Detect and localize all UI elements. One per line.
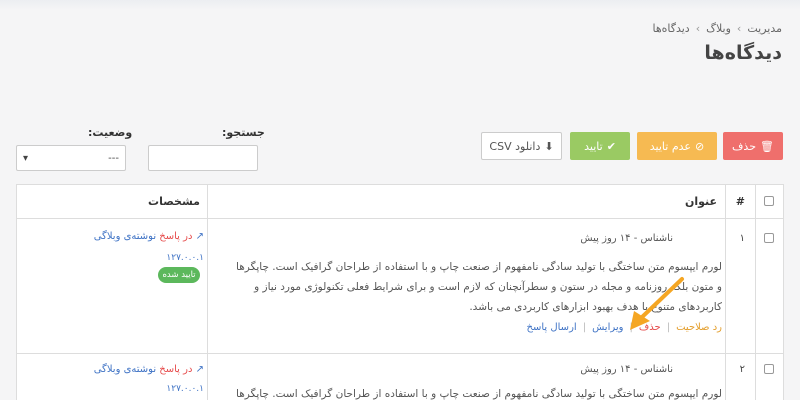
header-spec: مشخصات (148, 195, 200, 208)
top-bar (0, 0, 800, 10)
reply-target-link[interactable]: نوشته‌ی وبلاگی (94, 364, 156, 375)
table-header: # عنوان مشخصات (17, 185, 783, 219)
approve-button-label: تایید (584, 139, 603, 153)
reject-button-label: عدم تایید (649, 139, 691, 153)
breadcrumb-separator: › (695, 22, 701, 35)
check-icon: ✔ (606, 139, 616, 153)
download-icon: ⬇ (544, 139, 554, 153)
breadcrumb-item-admin[interactable]: مدیریت (747, 22, 782, 35)
row-number: ۲ (739, 364, 745, 375)
ip-address: ۱۲۷.۰.۰.۱ (166, 384, 204, 394)
search-input[interactable] (148, 145, 258, 171)
breadcrumb-item-blog[interactable]: وبلاگ (706, 22, 731, 35)
breadcrumb-separator: › (736, 22, 742, 35)
chevron-down-icon: ▾ (23, 152, 29, 164)
search-label: جستجو: (222, 126, 265, 139)
breadcrumb-item-comments: دیدگاه‌ها (652, 22, 690, 35)
trash-icon: 🗑 (760, 139, 774, 153)
status-select-value: --- (108, 152, 119, 164)
status-label: وضعیت: (88, 126, 133, 139)
page-title: دیدگاه‌ها (704, 42, 782, 64)
reply-prefix: در پاسخ (159, 231, 193, 242)
reply-target-link[interactable]: نوشته‌ی وبلاگی (94, 231, 156, 242)
external-link-icon: ↗ (195, 231, 204, 242)
pointer-arrow-icon (630, 277, 684, 330)
external-link-icon: ↗ (195, 364, 204, 375)
reply-to: ↗ در پاسخ نوشته‌ی وبلاگی (29, 231, 204, 242)
ip-address: ۱۲۷.۰.۰.۱ (166, 253, 204, 263)
reply-to: ↗ در پاسخ نوشته‌ی وبلاگی (29, 364, 204, 375)
row-checkbox[interactable] (764, 233, 774, 243)
row-number: ۱ (739, 233, 745, 244)
delete-button-label: حذف (732, 139, 757, 153)
action-separator: | (582, 322, 587, 333)
table-row: ۲ ناشناس - ۱۴ روز پیش لورم ایپسوم متن سا… (17, 354, 783, 400)
select-all-checkbox[interactable] (764, 196, 774, 206)
download-csv-label: دانلود CSV (489, 139, 541, 153)
approve-button[interactable]: ✔ تایید (570, 132, 630, 160)
comment-meta: ناشناس - ۱۴ روز پیش (580, 364, 673, 375)
header-number: # (735, 195, 745, 208)
comment-meta: ناشناس - ۱۴ روز پیش (580, 233, 673, 244)
reply-link[interactable]: ارسال پاسخ (527, 322, 577, 333)
download-csv-button[interactable]: ⬇ دانلود CSV (481, 132, 562, 160)
reply-prefix: در پاسخ (159, 364, 193, 375)
breadcrumb: مدیریت › وبلاگ › دیدگاه‌ها (652, 22, 782, 35)
reject-button[interactable]: ⊘ عدم تایید (637, 132, 717, 160)
status-select[interactable]: ▾ --- (16, 145, 126, 171)
ban-icon: ⊘ (695, 139, 705, 153)
delete-button[interactable]: 🗑 حذف (723, 132, 783, 160)
row-checkbox[interactable] (764, 364, 774, 374)
header-title: عنوان (684, 195, 717, 208)
comment-body: لورم ایپسوم متن ساختگی با تولید سادگی نا… (236, 388, 722, 400)
status-badge: تایید شده (158, 267, 200, 283)
